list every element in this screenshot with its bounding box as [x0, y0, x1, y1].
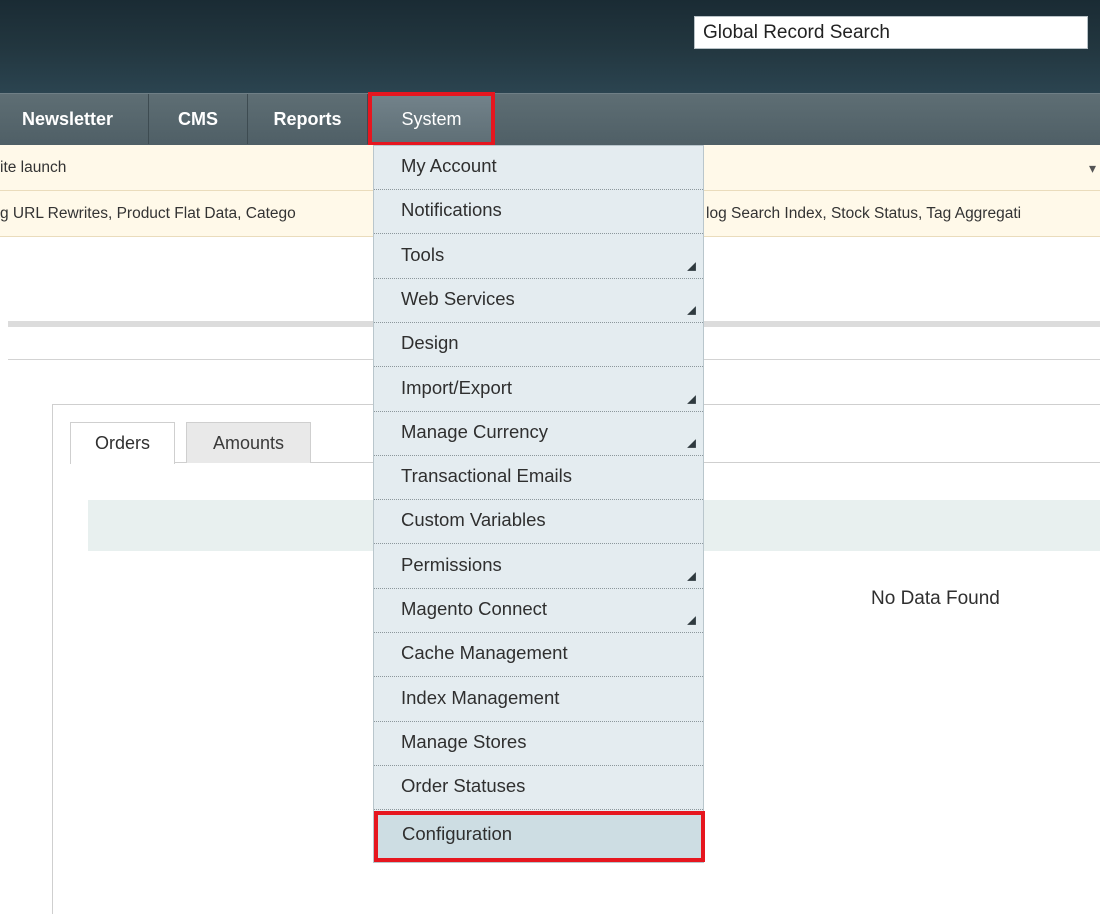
menu-item-tools[interactable]: Tools [374, 235, 703, 279]
menu-item-web-services[interactable]: Web Services [374, 279, 703, 323]
menu-item-label: Custom Variables [401, 509, 546, 531]
menu-item-permissions[interactable]: Permissions [374, 545, 703, 589]
menu-item-label: Import/Export [401, 376, 513, 398]
notice-text: ite launch [0, 159, 67, 176]
global-record-search-input[interactable] [694, 16, 1088, 49]
menu-item-import-export[interactable]: Import/Export [374, 368, 703, 412]
submenu-arrow-icon [687, 394, 696, 404]
menu-item-cache-management[interactable]: Cache Management [374, 633, 703, 678]
submenu-arrow-icon [687, 571, 696, 581]
nav-reports[interactable]: Reports [248, 94, 368, 144]
menu-item-label: Permissions [401, 553, 502, 575]
menu-item-label: Magento Connect [401, 598, 548, 619]
menu-item-label: Manage Stores [401, 730, 527, 752]
tab-amounts[interactable]: Amounts [186, 422, 311, 463]
notice-text-continued: log Search Index, Stock Status, Tag Aggr… [706, 205, 1022, 222]
menu-item-label: Transactional Emails [401, 465, 573, 487]
menu-item-custom-variables[interactable]: Custom Variables [374, 500, 703, 545]
submenu-arrow-icon [687, 616, 696, 625]
nav-newsletter[interactable]: Newsletter [0, 94, 149, 144]
menu-item-order-statuses[interactable]: Order Statuses [374, 766, 703, 811]
caret-icon[interactable]: ▾ [1089, 145, 1096, 191]
system-dropdown-menu: My Account Notifications Tools Web Services… [373, 145, 705, 863]
menu-item-configuration[interactable]: Configuration [374, 811, 705, 862]
menu-item-manage-currency[interactable]: Manage Currency [374, 412, 703, 456]
nav-cms[interactable]: CMS [149, 94, 248, 144]
menu-item-label: Design [401, 332, 459, 354]
admin-header [0, 0, 1100, 93]
menu-item-label: Index Management [401, 686, 560, 708]
menu-item-notifications[interactable]: Notifications [374, 190, 703, 235]
notice-text: g URL Rewrites, Product Flat Data, Categ… [0, 205, 296, 222]
menu-item-label: Notifications [401, 199, 502, 221]
menu-item-label: Order Statuses [401, 775, 526, 797]
main-nav: Newsletter CMS Reports System [0, 92, 1100, 146]
menu-item-transactional-emails[interactable]: Transactional Emails [374, 456, 703, 501]
menu-item-label: Tools [401, 243, 445, 265]
no-data-message: No Data Found [871, 588, 1000, 609]
menu-item-label: Manage Currency [401, 420, 549, 442]
menu-item-design[interactable]: Design [374, 323, 703, 368]
menu-item-label: Cache Management [401, 642, 568, 664]
menu-item-manage-stores[interactable]: Manage Stores [374, 722, 703, 766]
menu-item-label: My Account [401, 155, 497, 176]
submenu-arrow-icon [687, 261, 696, 271]
tab-orders[interactable]: Orders [70, 422, 175, 464]
nav-system[interactable]: System [368, 92, 495, 146]
menu-item-magento-connect[interactable]: Magento Connect [374, 589, 703, 633]
menu-item-index-management[interactable]: Index Management [374, 678, 703, 722]
menu-item-label: Web Services [401, 287, 515, 309]
submenu-arrow-icon [687, 305, 696, 315]
menu-item-my-account[interactable]: My Account [374, 146, 703, 190]
submenu-arrow-icon [687, 438, 696, 448]
